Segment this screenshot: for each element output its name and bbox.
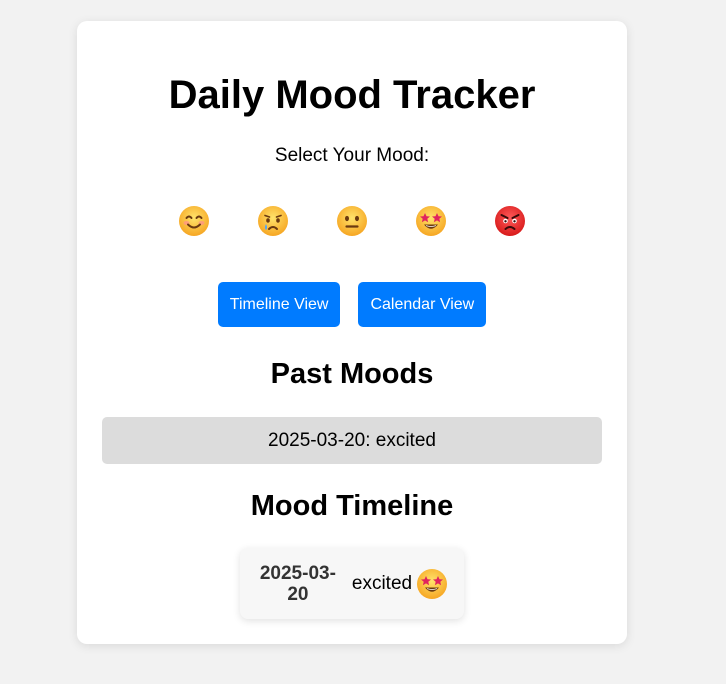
- angry-face-icon: [495, 206, 525, 236]
- mood-button-neutral[interactable]: [335, 199, 369, 243]
- mood-button-happy[interactable]: [177, 199, 211, 243]
- mood-button-excited[interactable]: [414, 199, 448, 243]
- timeline-entry-mood-label: excited: [351, 572, 413, 594]
- mood-button-angry[interactable]: [493, 199, 527, 243]
- past-moods-list: 2025-03-20: excited: [102, 417, 602, 464]
- page-title: Daily Mood Tracker: [168, 73, 536, 117]
- smiling-face-icon: [179, 206, 209, 236]
- mood-selector: [77, 199, 627, 243]
- star-struck-face-icon: [417, 568, 448, 599]
- mood-timeline-heading: Mood Timeline: [250, 490, 454, 522]
- crying-face-icon: [258, 206, 288, 236]
- select-mood-label: Select Your Mood:: [274, 145, 430, 166]
- neutral-face-icon: [337, 206, 367, 236]
- timeline-entry-date: 2025-03-20: [259, 562, 336, 605]
- list-item: 2025-03-20: excited: [102, 417, 602, 464]
- past-moods-heading: Past Moods: [270, 358, 434, 390]
- timeline-view-button[interactable]: Timeline View: [217, 282, 341, 327]
- mood-tracker-card: Daily Mood Tracker Select Your Mood: Tim…: [77, 21, 627, 644]
- mood-timeline: 2025-03-20 excited: [77, 548, 627, 619]
- timeline-entry: 2025-03-20 excited: [240, 548, 464, 619]
- timeline-entry-mood: excited: [352, 568, 448, 600]
- mood-button-sad[interactable]: [256, 199, 290, 243]
- star-struck-face-icon: [416, 206, 446, 236]
- view-toggle: Timeline View Calendar View: [77, 282, 627, 327]
- calendar-view-button[interactable]: Calendar View: [358, 282, 487, 327]
